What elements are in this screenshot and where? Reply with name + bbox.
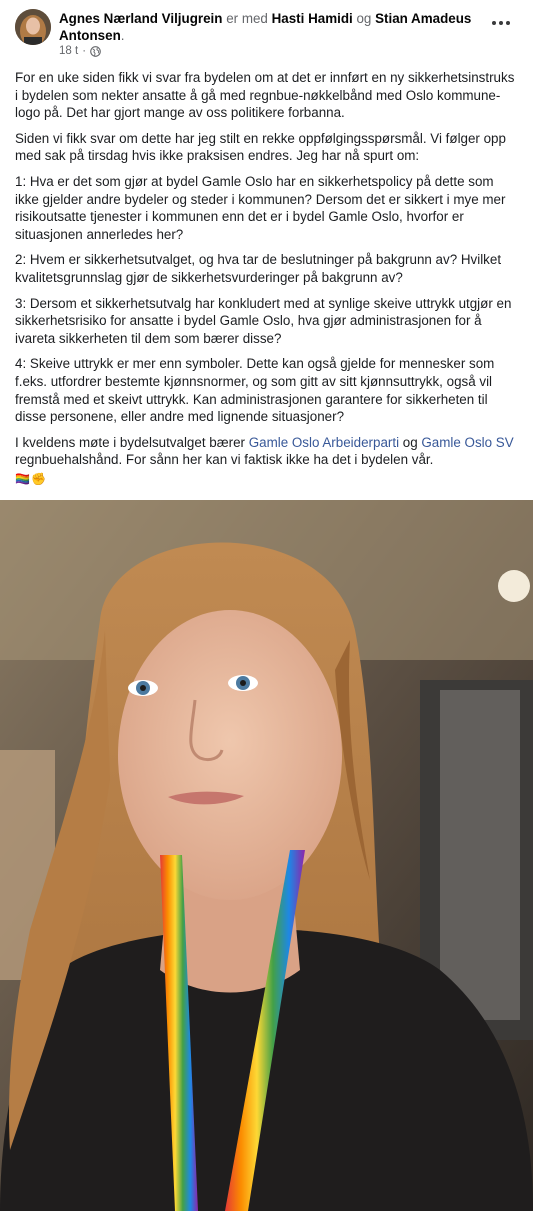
post-meta: 18 t · [59,45,101,57]
author-name-link[interactable]: Agnes Nærland Viljugrein [59,11,222,26]
post-paragraph: Siden vi fikk svar om dette har jeg stil… [15,130,506,164]
final-text-after: regnbuehalshånd. For sånn her kan vi fak… [15,452,434,468]
post-header: Agnes Nærland Viljugrein er med Hasti Ha… [0,0,533,66]
post-photo[interactable] [0,500,533,1211]
page-link-arbeiderparti[interactable]: Gamle Oslo Arbeiderparti [249,435,399,450]
post-body: For en uke siden fikk vi svar fra bydele… [15,69,520,488]
final-text-before: I kveldens møte i bydelsutvalget bærer [15,434,249,450]
post-paragraph: 4: Skeive uttrykk er mer enn symboler. D… [15,356,495,425]
more-options-icon[interactable] [489,14,513,32]
emoji-line: 🏳️‍🌈✊ [15,471,47,486]
page-link-sv[interactable]: Gamle Oslo SV [421,435,513,450]
final-text-middle: og [399,434,422,450]
and-text: og [356,11,372,26]
with-text: er med [226,11,268,26]
avatar[interactable] [15,9,51,45]
facebook-post: Agnes Nærland Viljugrein er med Hasti Ha… [0,0,533,1211]
post-paragraph: For en uke siden fikk vi svar fra bydele… [15,70,515,121]
post-paragraph: 3: Dersom et sikkerhetsutvalg har konklu… [15,295,512,346]
globe-icon[interactable] [90,45,101,57]
period-text: . [120,28,125,43]
tagged-person-link[interactable]: Hasti Hamidi [272,11,353,26]
post-paragraph: 1: Hva er det som gjør at bydel Gamle Os… [15,173,506,242]
post-paragraph: 2: Hvem er sikkerhetsutvalget, og hva ta… [15,252,502,285]
post-paragraph-final: I kveldens møte i bydelsutvalget bærer G… [15,434,520,469]
post-author-line: Agnes Nærland Viljugrein er med Hasti Ha… [59,10,479,44]
post-timestamp[interactable]: 18 t [59,45,78,57]
meta-separator: · [82,45,87,57]
